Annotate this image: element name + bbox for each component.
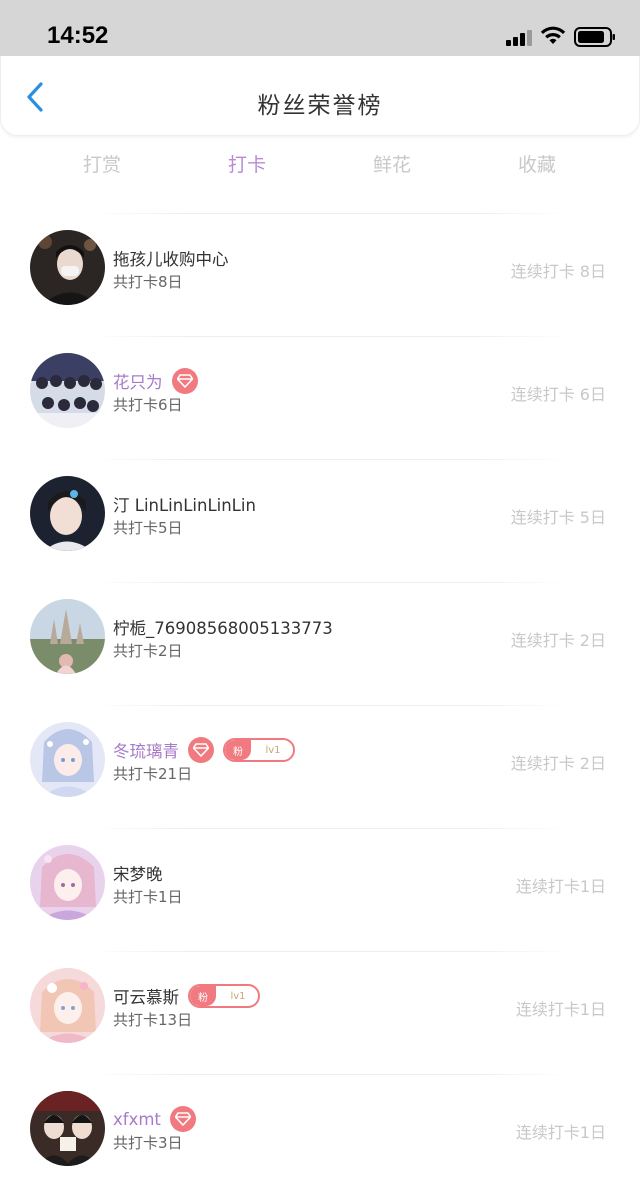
diamond-icon [169,1106,196,1132]
fan-name: 柠栀_76908568005133773 [113,619,333,638]
avatar[interactable] [30,968,105,1043]
total-checkin: 共打卡5日 [113,519,183,537]
total-checkin: 共打卡6日 [113,396,183,414]
streak-checkin: 连续打卡 2日 [510,754,606,773]
list-item[interactable]: 柠栀_76908568005133773 共打卡2日 连续打卡 2日 [0,582,640,705]
status-bar: 14:52 [0,0,640,56]
tab-reward[interactable]: 打赏 [62,150,142,177]
list-item[interactable]: 花只为 共打卡6日 连续打卡 6日 [0,336,640,459]
cellular-signal-icon [506,30,534,46]
battery-icon [574,27,615,47]
fan-level-badge: 粉 lv1 [223,738,295,762]
avatar[interactable] [30,599,105,674]
page-title: 粉丝荣誉榜 [257,93,383,119]
fan-name: 拖孩儿收购中心 [113,250,229,269]
streak-checkin: 连续打卡1日 [515,877,606,896]
fan-badge-label: 粉 [225,740,251,760]
list-item[interactable]: 冬琉璃青 粉 lv1 共打卡21日 连续打卡 2日 [0,705,640,828]
tab-checkin[interactable]: 打卡 [207,150,287,177]
avatar[interactable] [30,722,105,797]
total-checkin: 共打卡3日 [113,1134,183,1152]
avatar[interactable] [30,353,105,428]
total-checkin: 共打卡2日 [113,642,183,660]
streak-checkin: 连续打卡1日 [515,1123,606,1142]
streak-checkin: 连续打卡 8日 [510,262,606,281]
streak-checkin: 连续打卡 6日 [510,385,606,404]
fan-name: 宋梦晚 [113,865,163,884]
total-checkin: 共打卡13日 [113,1011,193,1029]
fan-name: 汀 LinLinLinLinLin [113,496,256,515]
streak-checkin: 连续打卡1日 [515,1000,606,1019]
avatar[interactable] [30,1091,105,1166]
fan-badge-level: lv1 [230,990,246,1002]
diamond-icon [188,737,214,763]
streak-checkin: 连续打卡 5日 [510,508,606,527]
fan-name: xfxmt [113,1109,161,1129]
fan-level-badge: 粉 lv1 [188,984,260,1008]
diamond-icon [171,368,198,394]
status-time: 14:52 [47,22,109,49]
total-checkin: 共打卡8日 [113,273,183,291]
wifi-icon [540,26,566,44]
avatar[interactable] [30,230,105,305]
fan-badge-label: 粉 [190,986,216,1006]
list-item[interactable]: 拖孩儿收购中心 共打卡8日 连续打卡 8日 [0,213,640,336]
nav-header: 粉丝荣誉榜 [0,56,640,136]
list-item[interactable]: 宋梦晚 共打卡1日 连续打卡1日 [0,828,640,951]
fan-name: 可云慕斯 [113,988,179,1007]
total-checkin: 共打卡21日 [113,765,193,783]
avatar[interactable] [30,845,105,920]
list-item[interactable]: 汀 LinLinLinLinLin 共打卡5日 连续打卡 5日 [0,459,640,582]
tab-favorites[interactable]: 收藏 [497,150,577,177]
avatar[interactable] [30,476,105,551]
fan-name: 花只为 [113,373,163,392]
streak-checkin: 连续打卡 2日 [510,631,606,650]
tab-flowers[interactable]: 鲜花 [352,150,432,177]
list-item[interactable]: 可云慕斯 粉 lv1 共打卡13日 连续打卡1日 [0,951,640,1074]
tab-bar: 打赏 打卡 鲜花 收藏 [0,150,640,180]
total-checkin: 共打卡1日 [113,888,183,906]
list-item[interactable]: xfxmt 共打卡3日 连续打卡1日 [0,1074,640,1197]
fan-badge-level: lv1 [265,744,281,756]
fan-name: 冬琉璃青 [113,742,179,761]
